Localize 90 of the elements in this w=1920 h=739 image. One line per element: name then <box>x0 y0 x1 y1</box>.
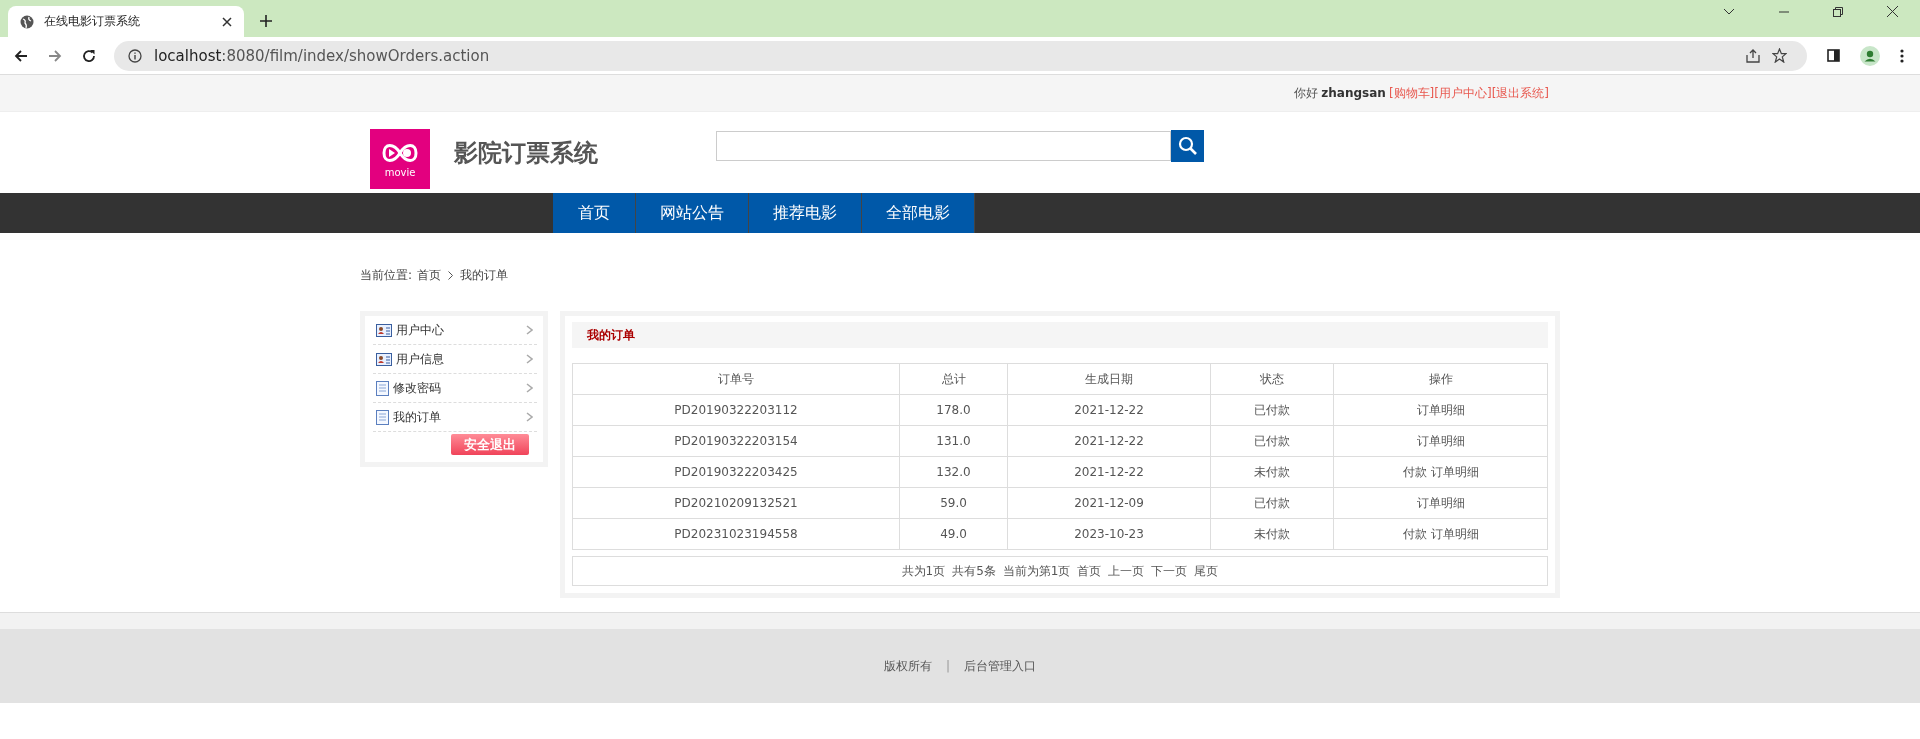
action-link[interactable]: 付款 <box>1402 464 1427 479</box>
table-cell: PD20190322203112 <box>572 394 900 426</box>
breadcrumb-link[interactable]: 我的订单 <box>460 266 509 284</box>
share-icon[interactable] <box>1746 48 1760 63</box>
table-cell: 未付款 <box>1210 456 1334 488</box>
close-icon[interactable] <box>1887 6 1898 17</box>
panel-title: 我的订单 <box>572 322 1548 348</box>
browser-tab[interactable]: 在线电影订票系统 <box>8 6 244 37</box>
close-icon[interactable] <box>222 16 232 27</box>
id-card-icon <box>376 323 392 337</box>
action-link[interactable]: 订单明细 <box>1430 526 1479 541</box>
sidebar-item[interactable]: 我的订单 <box>373 403 537 432</box>
action-link[interactable]: 付款 <box>1402 526 1427 541</box>
table-cell: 178.0 <box>899 394 1008 426</box>
chevron-right-icon <box>448 270 454 280</box>
table-cell: 已付款 <box>1210 394 1334 426</box>
table-cell: PD20210209132521 <box>572 487 900 519</box>
table-cell: 2021-12-09 <box>1007 487 1211 519</box>
footer-link[interactable]: 后台管理入口 <box>964 657 1036 675</box>
action-link[interactable]: 订单明细 <box>1416 402 1465 417</box>
table-cell: 2021-12-22 <box>1007 394 1211 426</box>
page-count-text: 当前为第1页 <box>1002 562 1071 580</box>
table-cell: 2023-10-23 <box>1007 518 1211 550</box>
sidebar-item[interactable]: 用户中心 <box>373 316 537 345</box>
breadcrumb-label: 当前位置: <box>360 266 413 284</box>
document-icon <box>376 409 389 425</box>
search-field[interactable] <box>716 131 1171 161</box>
back-arrow-icon[interactable] <box>14 48 28 63</box>
address-bar[interactable]: localhost:8080/film/index/showOrders.action <box>114 40 1807 71</box>
tab-title: 在线电影订票系统 <box>44 13 141 30</box>
table-cell: 49.0 <box>899 518 1008 550</box>
chevron-right-icon <box>526 325 533 335</box>
sidebar-item[interactable]: 修改密码 <box>373 374 537 403</box>
globe-icon <box>20 14 34 29</box>
table-cell: PD20231023194558 <box>572 518 900 550</box>
nav-item[interactable]: 网站公告 <box>636 193 749 233</box>
chevron-right-icon <box>526 412 533 422</box>
reload-icon[interactable] <box>82 48 96 63</box>
table-cell: 132.0 <box>899 456 1008 488</box>
action-link[interactable]: 订单明细 <box>1430 464 1479 479</box>
column-header: 状态 <box>1210 363 1334 395</box>
table-cell: 未付款 <box>1210 518 1334 550</box>
table-cell: 已付款 <box>1210 425 1334 457</box>
table-cell: 已付款 <box>1210 487 1334 519</box>
action-link[interactable]: 订单明细 <box>1416 495 1465 510</box>
table-cell: PD20190322203154 <box>572 425 900 457</box>
nav-item[interactable]: 推荐电影 <box>749 193 862 233</box>
minimize-icon[interactable] <box>1779 10 1789 13</box>
table-cell: 59.0 <box>899 487 1008 519</box>
pagination-link[interactable]: 上一页 <box>1108 562 1145 580</box>
nav-item[interactable]: 全部电影 <box>862 193 975 233</box>
nav-item[interactable]: 首页 <box>553 193 636 233</box>
table-cell: PD20190322203425 <box>572 456 900 488</box>
chevron-right-icon <box>526 354 533 364</box>
table-cell: 2021-12-22 <box>1007 425 1211 457</box>
forward-arrow-icon[interactable] <box>48 48 62 63</box>
restore-icon[interactable] <box>1833 6 1843 17</box>
logo-icon: movie <box>370 128 430 189</box>
url-text: localhost:8080/film/index/showOrders.action <box>154 46 490 65</box>
side-panel-icon[interactable] <box>1827 49 1840 62</box>
greeting-text: 你好 <box>1294 86 1319 100</box>
site-title: 影院订票系统 <box>454 137 599 169</box>
table-cell: 131.0 <box>899 425 1008 457</box>
id-card-icon <box>376 352 392 366</box>
footer-separator: | <box>945 659 950 673</box>
column-header: 订单号 <box>572 363 900 395</box>
search-icon <box>1177 136 1198 156</box>
pagination-link[interactable]: 首页 <box>1077 562 1102 580</box>
new-tab-icon[interactable] <box>260 15 272 27</box>
chevron-right-icon <box>526 383 533 393</box>
column-header: 总计 <box>899 363 1008 395</box>
column-header: 操作 <box>1333 363 1548 395</box>
sidebar-item[interactable]: 用户信息 <box>373 345 537 374</box>
star-icon[interactable] <box>1772 48 1787 63</box>
page-count-text: 共有5条 <box>952 562 996 580</box>
pagination-link[interactable]: 下一页 <box>1151 562 1188 580</box>
search-button[interactable] <box>1171 130 1204 162</box>
more-vertical-icon[interactable] <box>1900 48 1904 63</box>
username: zhangsan <box>1321 86 1386 100</box>
document-icon <box>376 380 389 396</box>
page-count-text: 共为1页 <box>901 562 946 580</box>
action-link[interactable]: 订单明细 <box>1416 433 1465 448</box>
pagination-link[interactable]: 尾页 <box>1194 562 1219 580</box>
chevron-down-icon[interactable] <box>1723 7 1735 16</box>
profile-icon[interactable] <box>1860 45 1880 66</box>
info-icon <box>128 48 142 63</box>
column-header: 生成日期 <box>1007 363 1211 395</box>
footer-link[interactable]: 版权所有 <box>883 657 932 675</box>
table-cell: 2021-12-22 <box>1007 456 1211 488</box>
breadcrumb-link[interactable]: 首页 <box>417 266 442 284</box>
